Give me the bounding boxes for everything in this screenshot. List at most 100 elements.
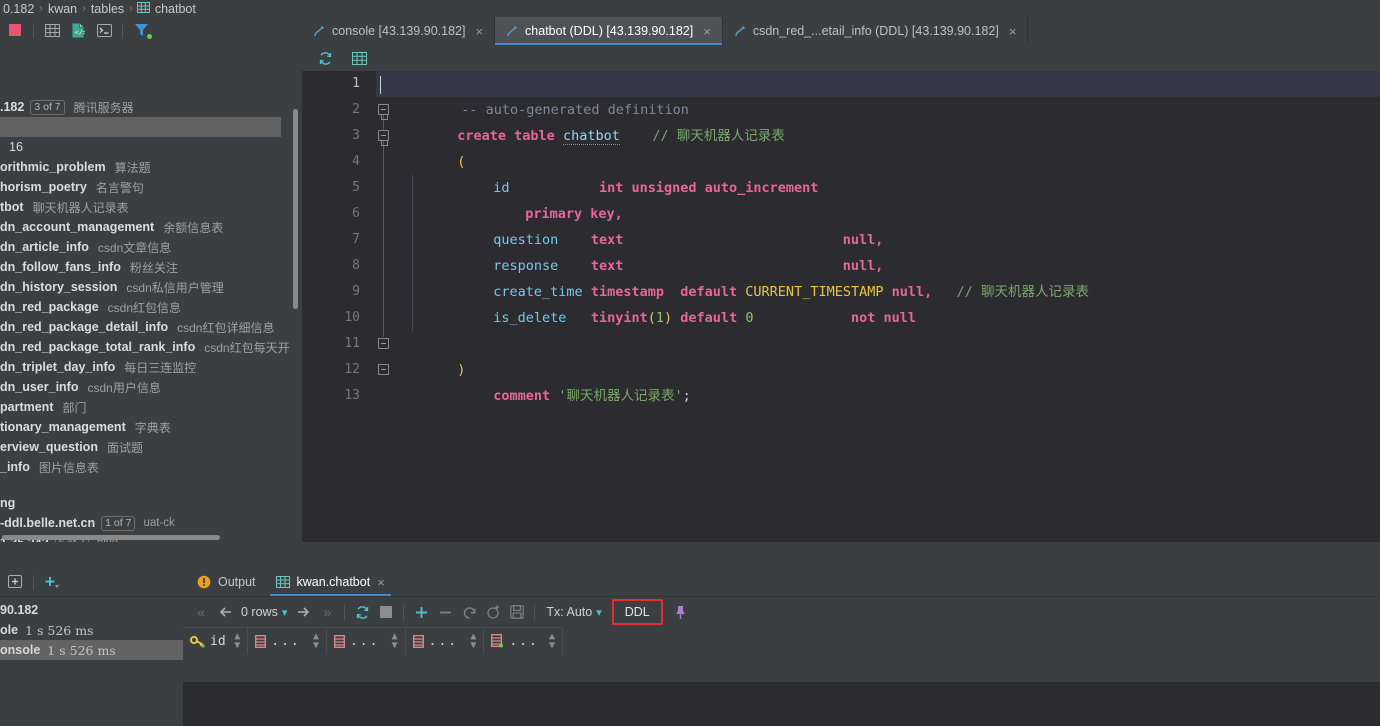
last-page-icon[interactable]: » bbox=[315, 600, 339, 624]
tree-table-item[interactable]: dn_user_info csdn用户信息 bbox=[0, 377, 302, 397]
editor-tab[interactable]: console [43.139.90.182] × bbox=[302, 17, 496, 45]
service-row[interactable]: ole 1 s 526 ms bbox=[0, 620, 183, 640]
close-icon[interactable]: × bbox=[377, 575, 385, 590]
revert-icon[interactable] bbox=[457, 600, 481, 624]
breadcrumb-schema[interactable]: kwan bbox=[47, 2, 78, 16]
editor-tab[interactable]: chatbot (DDL) [43.139.90.182] × bbox=[495, 17, 723, 45]
sort-toggle-icon[interactable]: ▲ ▼ bbox=[470, 632, 476, 651]
grid-column-header[interactable]: ... ▲ ▼ bbox=[248, 628, 327, 654]
code-line-8-cn-comment: 聊天机器人记录表 bbox=[981, 284, 1090, 300]
remove-row-icon[interactable] bbox=[433, 600, 457, 624]
tree-table-name: dn_history_session bbox=[0, 280, 118, 294]
database-tree[interactable]: .182 3 of 7 腾讯服务器 16 orithmic_problem 算法题… bbox=[0, 43, 302, 542]
service-row[interactable]: 90.182 bbox=[0, 600, 183, 620]
sort-toggle-icon[interactable]: ▲ ▼ bbox=[392, 632, 398, 651]
tree-row-selected[interactable] bbox=[0, 117, 281, 137]
tree-table-item[interactable]: tbot 聊天机器人记录表 bbox=[0, 197, 302, 217]
tree-table-item[interactable]: dn_article_info csdn文章信息 bbox=[0, 237, 302, 257]
sql-editor[interactable]: 1 2 3 4 5 6 7 8 9 10 11 12 13 -- auto-generated defi… bbox=[302, 71, 1380, 542]
tree-table-item[interactable]: dn_triplet_day_info 每日三连监控 bbox=[0, 357, 302, 377]
editor-tab[interactable]: csdn_red_...etail_info (DDL) [43.139.90.… bbox=[723, 17, 1029, 45]
row-count-selector[interactable]: 0 rows ▾ bbox=[237, 605, 291, 619]
upload-db-icon[interactable] bbox=[481, 600, 505, 624]
sql-file-icon[interactable]: </> bbox=[65, 18, 91, 42]
editor-area: console [43.139.90.182] × chatbot (DDL) [4… bbox=[302, 17, 1380, 542]
editor-tab-bar: console [43.139.90.182] × chatbot (DDL) [4… bbox=[302, 17, 1380, 45]
close-icon[interactable]: × bbox=[475, 24, 483, 39]
editor-tab-label: console [43.139.90.182] bbox=[332, 24, 466, 38]
prev-page-icon[interactable] bbox=[213, 600, 237, 624]
breadcrumb-tables[interactable]: tables bbox=[90, 2, 125, 16]
close-icon[interactable]: × bbox=[1009, 24, 1017, 39]
transaction-mode-label: Tx: Auto bbox=[546, 605, 593, 619]
next-page-icon[interactable] bbox=[291, 600, 315, 624]
tree-table-item[interactable]: horism_poetry 名言警句 bbox=[0, 177, 302, 197]
tree-table-comment: 图片信息表 bbox=[38, 460, 99, 475]
tree-table-item[interactable]: dn_follow_fans_info 粉丝关注 bbox=[0, 257, 302, 277]
filter-funnel-icon[interactable] bbox=[128, 18, 154, 42]
ddl-button[interactable]: DDL bbox=[611, 599, 663, 625]
service-name: onsole bbox=[0, 643, 41, 657]
tree-table-item[interactable]: dn_red_package_detail_info csdn红包详细信息 bbox=[0, 317, 302, 337]
code-type-id: int unsigned auto_increment bbox=[598, 180, 819, 196]
refresh-icon[interactable] bbox=[312, 46, 338, 70]
sort-toggle-icon[interactable]: ▲ ▼ bbox=[234, 632, 240, 651]
grid-column-header[interactable]: ... ▲ ▼ bbox=[484, 628, 564, 654]
table-grid-icon[interactable] bbox=[346, 46, 372, 70]
tree-table-item[interactable]: dn_account_management 余额信息表 bbox=[0, 217, 302, 237]
transaction-mode-selector[interactable]: Tx: Auto ▾ bbox=[540, 605, 607, 619]
save-icon[interactable] bbox=[505, 600, 529, 624]
connection-badge: 3 of 7 bbox=[30, 99, 65, 115]
table-grid-icon[interactable] bbox=[39, 18, 65, 42]
result-grid-body[interactable] bbox=[183, 682, 1380, 726]
stop-square-icon[interactable] bbox=[374, 600, 398, 624]
result-tab[interactable]: kwan.chatbot × bbox=[266, 568, 395, 596]
tree-vertical-scrollbar[interactable] bbox=[293, 109, 298, 309]
chevron-down-icon: ▾ bbox=[596, 606, 602, 619]
grid-column-label: ... bbox=[428, 633, 459, 649]
pin-icon[interactable] bbox=[669, 600, 693, 624]
grid-column-header[interactable]: ... ▲ ▼ bbox=[406, 628, 485, 654]
tree-table-list: orithmic_problem 算法题 horism_poetry 名言警句 tbot… bbox=[0, 157, 302, 477]
horizontal-splitter[interactable] bbox=[0, 542, 1380, 568]
tree-connection-header[interactable]: .182 3 of 7 腾讯服务器 bbox=[0, 97, 302, 117]
tree-connection-item[interactable]: -ddl.belle.net.cn 1 of 7 uat-ck bbox=[0, 513, 302, 533]
grid-column-header[interactable]: id ▲ ▼ bbox=[183, 628, 249, 654]
editor-tab-label: csdn_red_...etail_info (DDL) [43.139.90.… bbox=[752, 24, 999, 38]
grid-column-header[interactable]: ... ▲ ▼ bbox=[327, 628, 406, 654]
tree-table-comment: 面试题 bbox=[106, 440, 143, 455]
add-dropdown-icon[interactable] bbox=[39, 570, 65, 594]
result-tab[interactable]: Output bbox=[187, 568, 266, 596]
tree-table-item[interactable]: orithmic_problem 算法题 bbox=[0, 157, 302, 177]
sort-toggle-icon[interactable]: ▲ ▼ bbox=[549, 632, 555, 651]
tree-table-item[interactable]: erview_question 面试题 bbox=[0, 437, 302, 457]
tree-table-item[interactable]: dn_red_package csdn红包信息 bbox=[0, 297, 302, 317]
service-row[interactable]: onsole 1 s 526 ms bbox=[0, 640, 183, 660]
breadcrumb-host[interactable]: 0.182 bbox=[2, 2, 35, 16]
line-number: 13 bbox=[344, 388, 360, 403]
first-page-icon[interactable]: « bbox=[189, 600, 213, 624]
table-grid-icon bbox=[136, 1, 150, 16]
tree-table-item[interactable]: _info 图片信息表 bbox=[0, 457, 302, 477]
reload-icon[interactable] bbox=[350, 600, 374, 624]
add-row-icon[interactable] bbox=[409, 600, 433, 624]
breadcrumb-table[interactable]: chatbot bbox=[154, 2, 197, 16]
tree-table-item[interactable]: dn_history_session csdn私信用户管理 bbox=[0, 277, 302, 297]
stop-square-icon[interactable] bbox=[2, 18, 28, 42]
terminal-console-icon[interactable] bbox=[91, 18, 117, 42]
services-list[interactable]: 90.182 ole 1 s 526 ms onsole 1 s 526 ms bbox=[0, 597, 183, 660]
tree-horizontal-scrollbar[interactable] bbox=[2, 535, 220, 540]
column-icon bbox=[334, 634, 345, 648]
tree-table-name: _info bbox=[0, 460, 30, 474]
sort-toggle-icon[interactable]: ▲ ▼ bbox=[313, 632, 319, 651]
code-content[interactable]: -- auto-generated definition create tabl… bbox=[376, 71, 1380, 542]
tree-table-comment: 字典表 bbox=[134, 420, 171, 435]
tree-connection-item[interactable]: ng bbox=[0, 493, 302, 513]
tree-table-item[interactable]: dn_red_package_total_rank_info csdn红包每天开 bbox=[0, 337, 302, 357]
tree-table-name: dn_red_package bbox=[0, 300, 99, 314]
tree-table-name: dn_user_info bbox=[0, 380, 79, 394]
tree-table-item[interactable]: partment 部门 bbox=[0, 397, 302, 417]
close-icon[interactable]: × bbox=[703, 24, 711, 39]
tree-table-item[interactable]: tionary_management 字典表 bbox=[0, 417, 302, 437]
new-window-icon[interactable] bbox=[2, 570, 28, 594]
